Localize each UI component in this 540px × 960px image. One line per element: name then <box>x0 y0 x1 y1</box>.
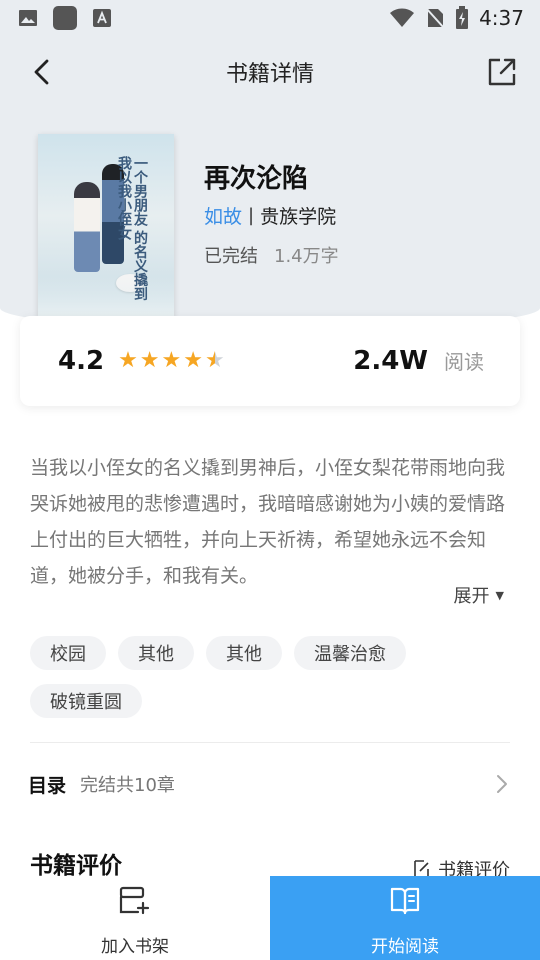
star-rating: ★ ★ ★ ★ ★ <box>118 350 225 372</box>
tag-list: 校园 其他 其他 温馨治愈 破镜重圆 <box>30 636 510 718</box>
tag-item[interactable]: 破镜重圆 <box>30 684 142 718</box>
add-to-shelf-icon <box>118 884 152 918</box>
cover-girl-figure <box>74 182 100 272</box>
caret-down-icon: ▼ <box>495 588 504 602</box>
rating-card: 4.2 ★ ★ ★ ★ ★ 2.4W 阅读 <box>20 316 520 406</box>
battery-charging-icon <box>455 6 469 30</box>
rating-left: 4.2 ★ ★ ★ ★ ★ <box>58 346 225 376</box>
book-cover[interactable]: 一个男朋友 的名义撬到 我以我小侄女 <box>38 134 174 316</box>
expand-label: 展开 <box>453 586 490 607</box>
wifi-icon <box>389 8 415 28</box>
toc-chapter-info: 完结共10章 <box>80 775 175 796</box>
toc-label: 目录 <box>28 774 67 797</box>
star-icon: ★ <box>183 348 203 373</box>
back-button[interactable] <box>28 58 56 86</box>
bottom-action-bar: 加入书架 开始阅读 <box>0 876 540 960</box>
divider <box>30 742 510 743</box>
add-to-shelf-label: 加入书架 <box>101 937 169 957</box>
image-notification-icon <box>18 9 38 27</box>
expand-button[interactable]: 展开 ▼ <box>454 582 504 608</box>
status-right: 4:37 <box>389 6 524 30</box>
tag-item[interactable]: 其他 <box>118 636 194 670</box>
star-icon: ★ <box>139 348 160 373</box>
read-label: 阅读 <box>444 350 484 374</box>
add-to-shelf-button[interactable]: 加入书架 <box>0 876 270 960</box>
author-link[interactable]: 如故 <box>204 202 242 229</box>
open-book-icon <box>388 884 422 918</box>
chevron-left-icon <box>34 59 49 85</box>
start-reading-label: 开始阅读 <box>371 937 439 957</box>
review-section-title: 书籍评价 <box>30 853 122 879</box>
finish-status: 已完结 <box>204 246 258 267</box>
cover-floor <box>38 276 174 316</box>
read-count: 2.4W <box>353 346 428 376</box>
start-reading-button[interactable]: 开始阅读 <box>270 876 540 960</box>
book-status-line: 已完结 1.4万字 <box>204 242 339 268</box>
review-section: 书籍评价 书籍评价 <box>30 846 510 881</box>
table-of-contents-row[interactable]: 目录 完结共10章 <box>28 760 512 808</box>
star-icon: ★ <box>161 348 182 373</box>
book-title: 再次沦陷 <box>204 164 309 194</box>
tag-item[interactable]: 温馨治愈 <box>294 636 406 670</box>
rating-score: 4.2 <box>58 346 105 376</box>
status-time: 4:37 <box>479 6 524 30</box>
tag-item[interactable]: 校园 <box>30 636 106 670</box>
share-icon <box>488 58 516 86</box>
rating-right: 2.4W 阅读 <box>353 346 484 376</box>
star-icon: ★ <box>118 348 138 373</box>
share-button[interactable] <box>486 56 518 88</box>
nav-bar: 书籍详情 <box>0 36 540 108</box>
status-bar: 4:37 <box>0 0 540 36</box>
half-star-icon: ★ <box>205 348 225 373</box>
author-separator: | <box>248 205 255 226</box>
app-notification-icon <box>52 5 78 31</box>
book-category[interactable]: 贵族学院 <box>260 202 336 229</box>
chevron-right-icon <box>492 772 512 796</box>
page-title: 书籍详情 <box>225 62 314 87</box>
tag-item[interactable]: 其他 <box>206 636 282 670</box>
synopsis-text: 当我以小侄女的名义撬到男神后，小侄女梨花带雨地向我哭诉她被甩的悲惨遭遇时，我暗暗… <box>30 457 506 587</box>
author-line: 如故 | 贵族学院 <box>204 202 336 229</box>
no-sim-icon <box>425 7 445 29</box>
word-count: 1.4万字 <box>274 246 339 267</box>
font-notification-icon <box>92 8 112 28</box>
cover-title-text: 一个男朋友 的名义撬到 我以我小侄女 <box>116 156 148 301</box>
status-left <box>18 5 112 31</box>
